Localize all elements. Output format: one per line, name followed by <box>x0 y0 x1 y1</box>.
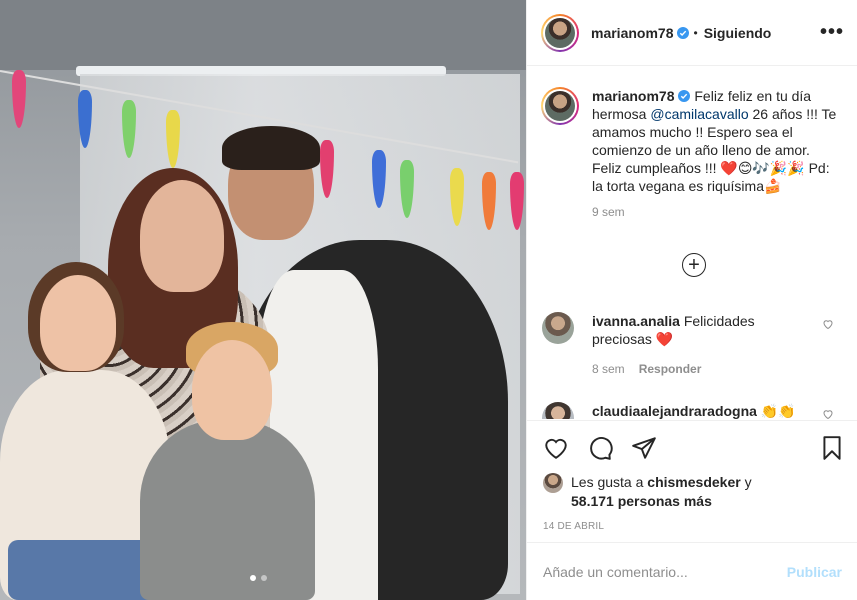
comment-text: ivanna.analia Felicidades preciosas ❤️ <box>592 312 812 348</box>
caption-username[interactable]: marianom78 <box>592 88 674 104</box>
reply-button[interactable]: Responder <box>639 362 702 376</box>
post-actions: Les gusta a chismesdeker y 58.171 person… <box>527 420 857 542</box>
likes-suffix: y <box>740 474 752 490</box>
boy-head <box>192 340 272 440</box>
comment-item: ivanna.analia Felicidades preciosas ❤️ 8… <box>541 312 846 376</box>
liker-username[interactable]: chismesdeker <box>647 474 740 490</box>
comments-scroll-area[interactable]: marianom78 Feliz feliz en tu día hermosa… <box>527 67 857 419</box>
wall <box>0 0 526 70</box>
likes-text: Les gusta a chismesdeker y 58.171 person… <box>571 473 752 511</box>
carousel-dot-active[interactable] <box>250 575 256 581</box>
post-header: marianom78 • Siguiendo ••• <box>527 0 857 66</box>
avatar-image <box>545 17 575 48</box>
plus-circle-icon[interactable]: + <box>682 253 706 277</box>
tassel <box>12 70 26 128</box>
publish-button[interactable]: Publicar <box>787 564 842 580</box>
author-username[interactable]: marianom78 <box>591 25 673 41</box>
caption-text: marianom78 Feliz feliz en tu día hermosa… <box>592 87 842 195</box>
carousel-dot[interactable] <box>261 575 267 581</box>
add-comment-bar: Publicar <box>527 542 857 600</box>
comment-item: claudiaalejandraradogna 👏👏 <box>541 402 846 419</box>
verified-badge-icon <box>678 90 691 102</box>
caption-timestamp[interactable]: 9 sem <box>592 205 846 219</box>
comment-username[interactable]: ivanna.analia <box>592 313 680 329</box>
caption-avatar[interactable] <box>541 87 579 125</box>
separator-dot: • <box>693 25 698 40</box>
comment-text: claudiaalejandraradogna 👏👏 <box>592 402 812 419</box>
likes-prefix: Les gusta a <box>571 474 648 490</box>
comment-timestamp[interactable]: 8 sem <box>592 362 625 376</box>
share-paper-plane-icon[interactable] <box>631 435 657 461</box>
post-sidebar: marianom78 • Siguiendo ••• marianom78 Fe… <box>526 0 857 600</box>
commenter-avatar[interactable] <box>542 402 574 419</box>
more-options-icon[interactable]: ••• <box>820 22 844 42</box>
save-bookmark-icon[interactable] <box>819 435 845 461</box>
boy-figure <box>140 420 315 600</box>
carousel-indicator <box>250 575 267 581</box>
comment-input[interactable] <box>543 563 787 580</box>
post-photo[interactable] <box>0 0 526 600</box>
following-button[interactable]: Siguiendo <box>704 25 772 41</box>
likes-summary: Les gusta a chismesdeker y 58.171 person… <box>543 473 752 511</box>
girl-head <box>40 275 116 371</box>
like-heart-icon[interactable] <box>543 435 569 461</box>
commenter-avatar[interactable] <box>542 312 574 344</box>
verified-badge-icon <box>677 26 690 39</box>
author-avatar[interactable] <box>541 13 579 52</box>
liker-avatar[interactable] <box>543 473 563 493</box>
girl-jeans <box>8 540 158 600</box>
post-date[interactable]: 14 DE ABRIL <box>543 521 604 532</box>
comment-body: 👏👏 <box>756 403 796 419</box>
like-comment-heart-icon[interactable] <box>822 318 834 330</box>
avatar-image <box>545 91 575 121</box>
tassel <box>510 172 524 230</box>
post-caption: marianom78 Feliz feliz en tu día hermosa… <box>541 87 846 219</box>
woman-head <box>140 180 224 292</box>
comment-bubble-icon[interactable] <box>587 435 613 461</box>
likes-count[interactable]: 58.171 personas más <box>571 493 712 509</box>
comment-username[interactable]: claudiaalejandraradogna <box>592 403 757 419</box>
like-comment-heart-icon[interactable] <box>822 408 834 419</box>
man-hair <box>222 126 320 170</box>
caption-mention-link[interactable]: @camilacavallo <box>650 106 748 122</box>
comment-meta: 8 sem Responder <box>592 362 846 376</box>
